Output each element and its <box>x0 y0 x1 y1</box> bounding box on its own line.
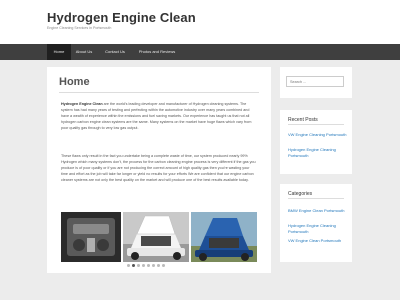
nav-item-about-us[interactable]: About Us <box>71 44 97 60</box>
nav-item-contact-us[interactable]: Contact Us <box>98 44 132 60</box>
search-widget <box>280 67 352 98</box>
slide-dot[interactable] <box>127 264 130 267</box>
slide-dot[interactable] <box>142 264 145 267</box>
slide-dot[interactable] <box>152 264 155 267</box>
category-link[interactable]: VW Engine Clean Portsmouth <box>288 238 348 244</box>
categories-widget: Categories BMW Engine Clean Portsmouth H… <box>280 184 352 262</box>
nav-item-photos-and-reviews[interactable]: Photos and Reviews <box>132 44 182 60</box>
category-link[interactable]: Hydrogen Engine Cleaning Portsmouth <box>288 223 348 235</box>
main-content: Home Hydrogen Engine Clean are the world… <box>47 67 271 273</box>
body-paragraph: These flaws only result in the fact you … <box>61 154 256 182</box>
recent-post-link[interactable]: Hydrogen Engine Cleaning Portsmouth <box>288 147 348 159</box>
slide-dot[interactable] <box>137 264 140 267</box>
photo-slideshow[interactable] <box>61 212 257 262</box>
main-navigation: Home About Us Contact Us Photos and Revi… <box>0 44 400 60</box>
slide-dot-active[interactable] <box>132 264 135 267</box>
widget-divider <box>288 198 344 199</box>
recent-post-link[interactable]: VW Engine Cleaning Portsmouth <box>288 132 348 138</box>
site-title[interactable]: Hydrogen Engine Clean <box>47 10 196 25</box>
site-tagline: Engine Cleaning Services in Portsmouth <box>47 26 112 30</box>
intro-paragraph: Hydrogen Engine Clean are the world's le… <box>61 101 257 131</box>
nav-item-home[interactable]: Home <box>47 44 71 60</box>
recent-posts-widget: Recent Posts VW Engine Cleaning Portsmou… <box>280 110 352 174</box>
brand-name: Hydrogen Engine Clean <box>61 102 103 106</box>
category-link[interactable]: BMW Engine Clean Portsmouth <box>288 208 348 214</box>
page-title: Home <box>59 76 90 88</box>
search-input[interactable] <box>286 76 344 87</box>
intro-text: are the world's leading developer and ma… <box>61 102 252 130</box>
recent-posts-title: Recent Posts <box>288 117 318 123</box>
blue-car-bonnet-open-photo[interactable] <box>191 212 257 262</box>
title-divider <box>59 92 259 93</box>
widget-divider <box>288 124 344 125</box>
site-header: Hydrogen Engine Clean Engine Cleaning Se… <box>0 0 400 44</box>
blue-car-image <box>191 212 257 262</box>
slide-dot[interactable] <box>147 264 150 267</box>
slide-dot[interactable] <box>162 264 165 267</box>
engine-bay-photo[interactable] <box>61 212 121 262</box>
white-car-image <box>123 212 189 262</box>
categories-title: Categories <box>288 191 313 197</box>
engine-bay-image <box>61 212 121 262</box>
white-car-bonnet-open-photo[interactable] <box>123 212 189 262</box>
slide-dot[interactable] <box>157 264 160 267</box>
